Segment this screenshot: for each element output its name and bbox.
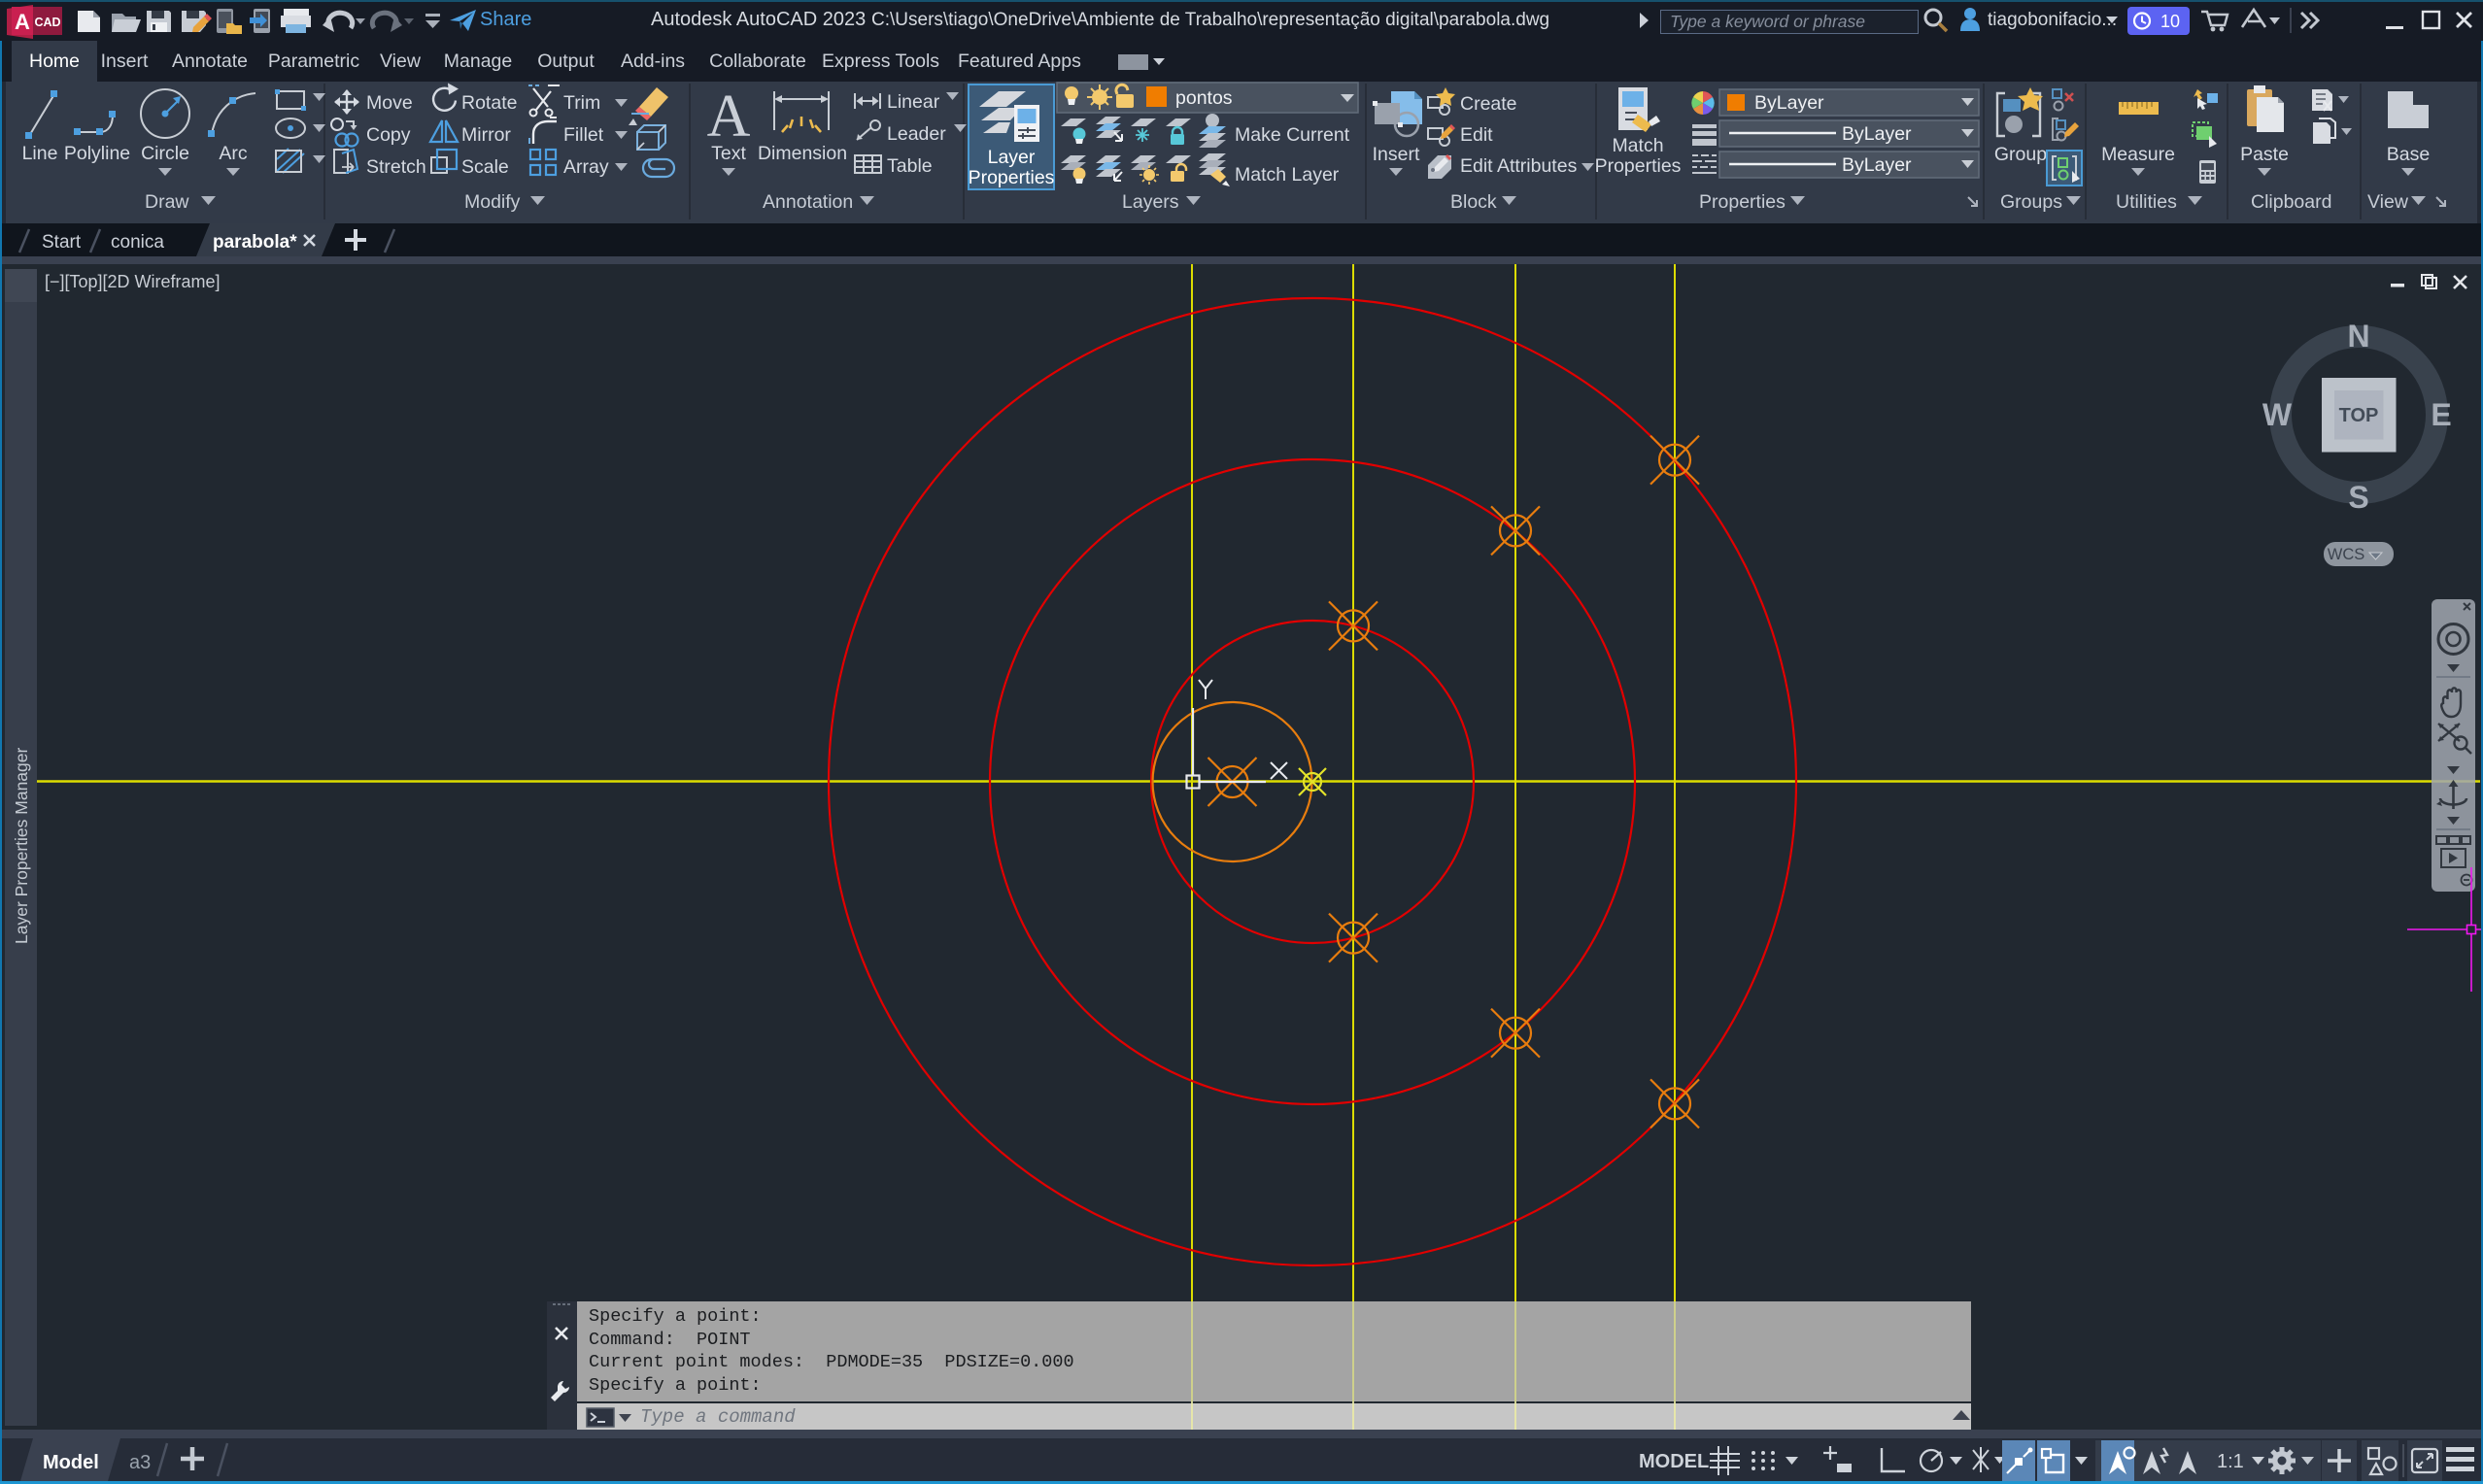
svg-text:MODEL: MODEL xyxy=(1639,1451,1709,1472)
svg-text:S: S xyxy=(2348,480,2368,515)
svg-text:a3: a3 xyxy=(129,1452,151,1473)
svg-text:E: E xyxy=(2431,397,2451,432)
svg-text:N: N xyxy=(2347,319,2369,354)
svg-text:Model: Model xyxy=(43,1452,99,1473)
svg-text:W: W xyxy=(2262,397,2293,432)
svg-text:TOP: TOP xyxy=(2339,405,2379,426)
svg-text:1:1: 1:1 xyxy=(2217,1451,2244,1472)
svg-text:WCS: WCS xyxy=(2328,546,2365,563)
